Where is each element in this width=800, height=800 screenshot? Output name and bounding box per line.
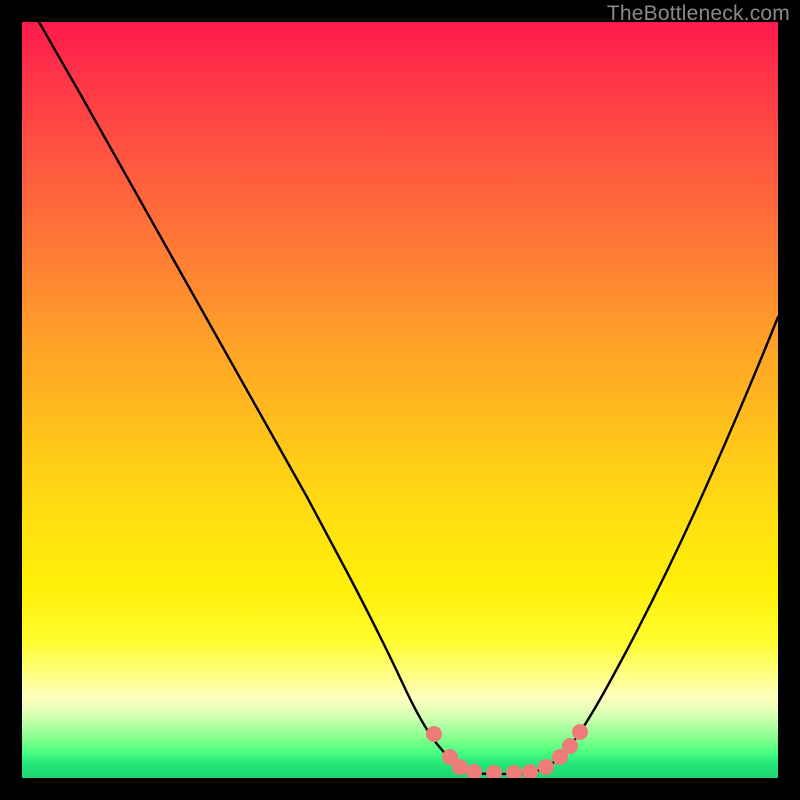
plot-area bbox=[22, 22, 778, 778]
chart-frame: TheBottleneck.com bbox=[0, 0, 800, 800]
curve-layer bbox=[22, 22, 778, 778]
highlight-dots bbox=[426, 724, 588, 778]
watermark-text: TheBottleneck.com bbox=[607, 2, 790, 26]
bottleneck-curve bbox=[39, 22, 778, 774]
